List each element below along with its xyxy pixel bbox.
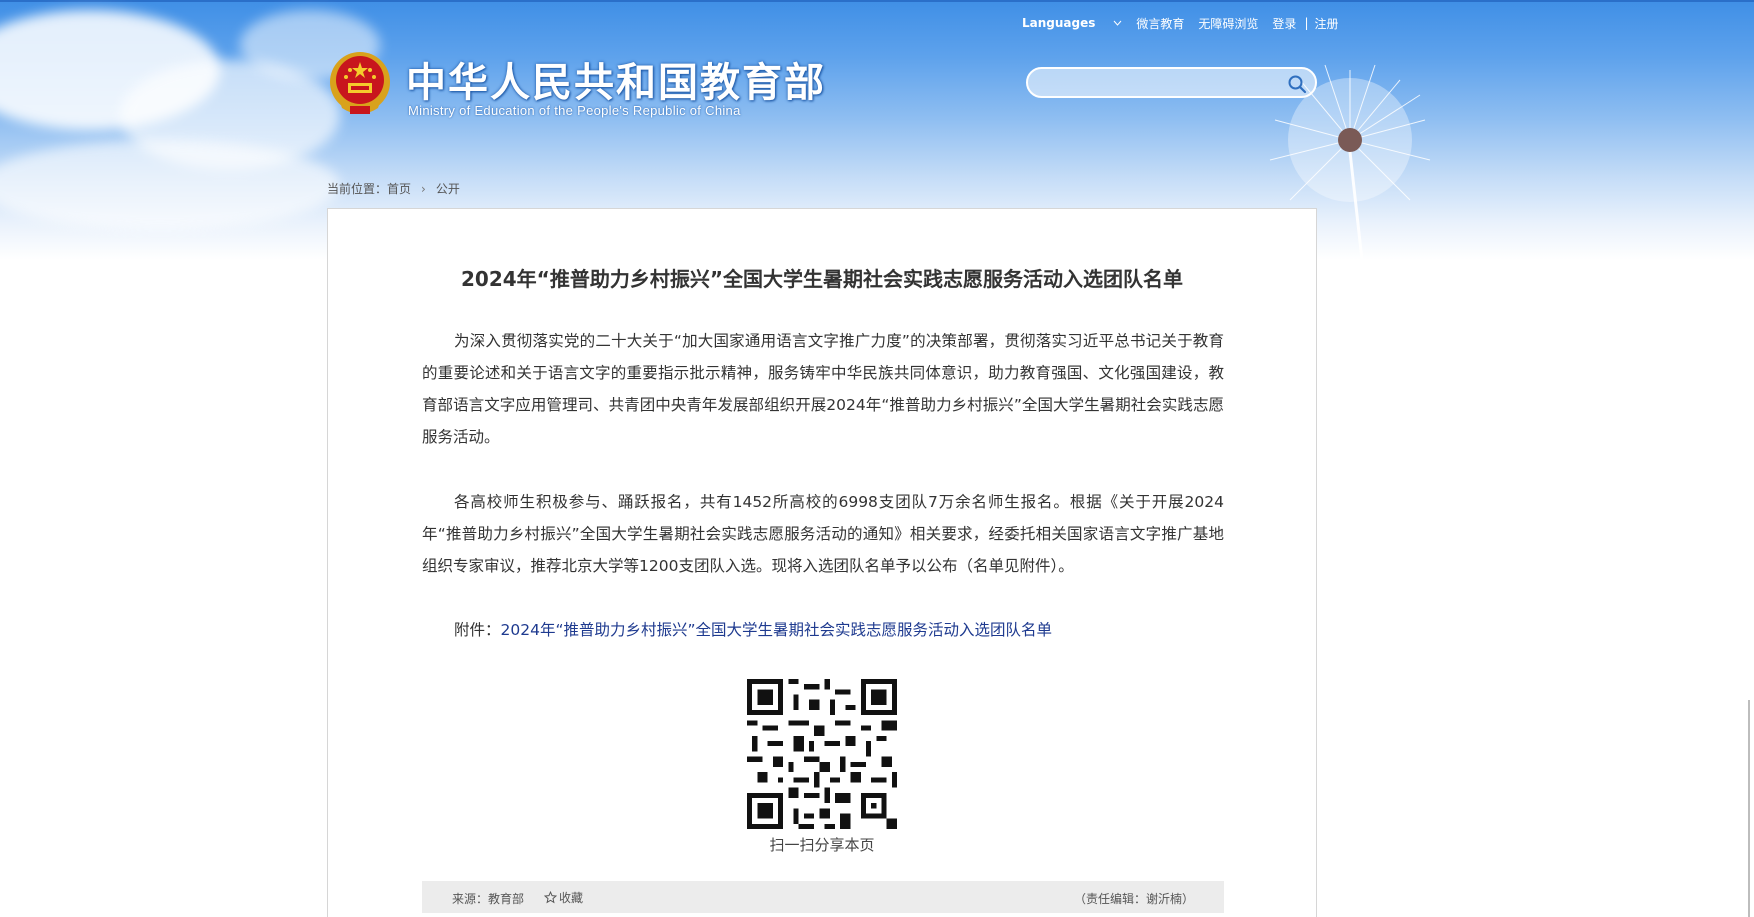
article-paragraph: 为深入贯彻落实党的二十大关于“加大国家通用语言文字推广力度”的决策部署，贯彻落实…	[422, 332, 1224, 446]
favorite-button[interactable]: 收藏	[544, 889, 583, 906]
search-icon[interactable]	[1287, 74, 1307, 94]
chevron-right-icon: ›	[421, 181, 426, 196]
top-border-line	[0, 0, 1754, 2]
source-text: 来源：教育部	[452, 892, 525, 906]
breadcrumb: 当前位置： 首页 › 公开	[327, 180, 460, 197]
star-icon	[544, 891, 557, 904]
site-subtitle: Ministry of Education of the People's Re…	[408, 103, 741, 118]
editor-text: （责任编辑：谢沂楠）	[1073, 892, 1194, 906]
site-title[interactable]: 中华人民共和国教育部	[406, 50, 826, 108]
qr-code	[747, 679, 897, 829]
languages-menu[interactable]: Languages	[1022, 16, 1122, 30]
accessibility-link[interactable]: 无障碍浏览	[1198, 15, 1258, 32]
languages-label: Languages	[1022, 16, 1096, 30]
breadcrumb-current-link[interactable]: 公开	[436, 180, 460, 197]
search-input[interactable]	[1040, 69, 1280, 96]
top-links: Languages 微言教育 无障碍浏览 登录 | 注册	[1022, 14, 1353, 32]
cloud-decoration	[0, 140, 340, 230]
favorite-label: 收藏	[559, 891, 584, 905]
breadcrumb-home-link[interactable]: 首页	[387, 180, 411, 197]
search-box	[1026, 67, 1317, 98]
article-paragraph: 各高校师生积极参与、踊跃报名，共有1452所高校的6998支团队7万余名师生报名…	[422, 493, 1224, 575]
attachment-line: 附件：2024年“推普助力乡村振兴”全国大学生暑期社会实践志愿服务活动入选团队名…	[422, 614, 1224, 646]
link-separator: |	[1304, 16, 1309, 30]
weiyan-link[interactable]: 微言教育	[1136, 15, 1184, 32]
qr-caption: 扫一扫分享本页	[769, 836, 875, 854]
login-link[interactable]: 登录	[1272, 15, 1296, 32]
article-panel: 2024年“推普助力乡村振兴”全国大学生暑期社会实践志愿服务活动入选团队名单 为…	[327, 208, 1317, 917]
scrollbar-edge[interactable]	[1748, 700, 1750, 917]
article-footer-bar: 来源：教育部 收藏 （责任编辑：谢沂楠）	[422, 881, 1224, 913]
attachment-link[interactable]: 2024年“推普助力乡村振兴”全国大学生暑期社会实践志愿服务活动入选团队名单	[501, 621, 1053, 639]
national-emblem-logo[interactable]	[328, 50, 392, 120]
chevron-down-icon	[1114, 20, 1122, 26]
article-title: 2024年“推普助力乡村振兴”全国大学生暑期社会实践志愿服务活动入选团队名单	[461, 267, 1183, 291]
attachment-label: 附件：	[454, 621, 501, 639]
register-link[interactable]: 注册	[1314, 15, 1338, 32]
breadcrumb-prefix: 当前位置：	[327, 182, 388, 196]
